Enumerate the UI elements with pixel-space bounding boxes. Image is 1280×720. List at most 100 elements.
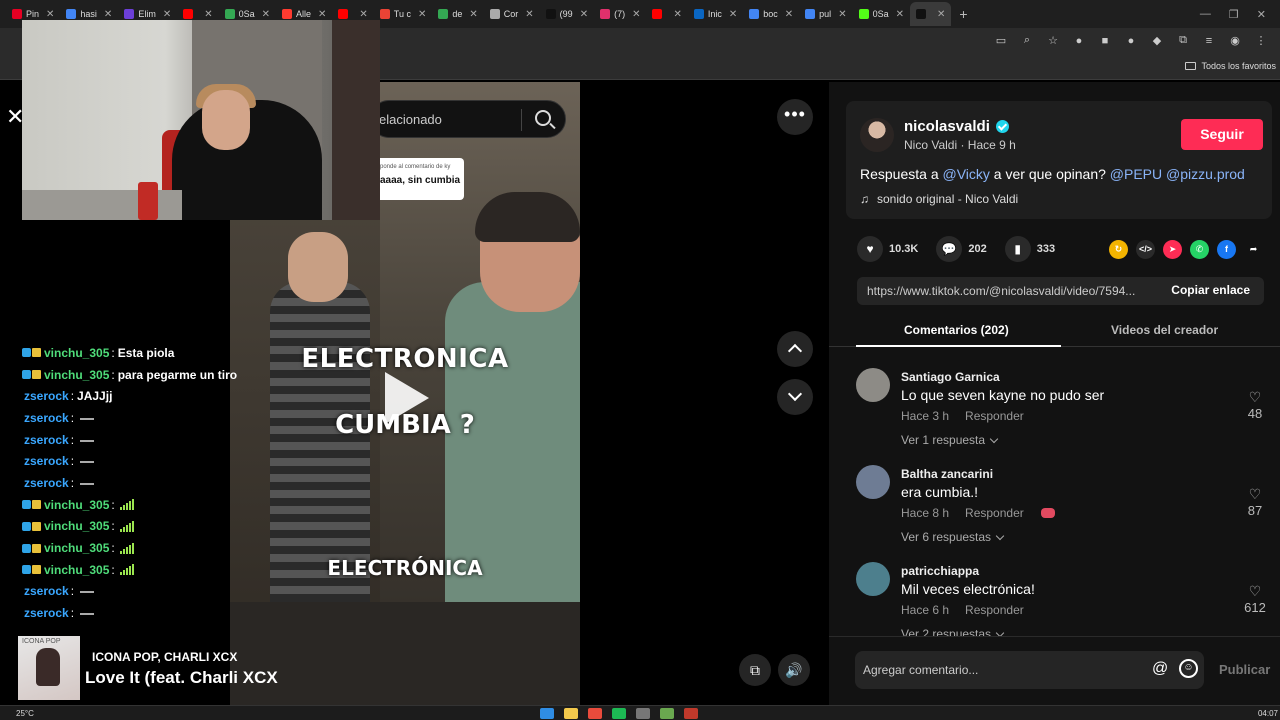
chrome-icon[interactable] (588, 708, 602, 719)
file-explorer-icon[interactable] (564, 708, 578, 719)
browser-tab[interactable]: boc ✕ (743, 2, 799, 26)
tab-close-icon[interactable]: ✕ (204, 9, 212, 20)
embed-icon[interactable]: </> (1136, 240, 1155, 259)
view-replies-button[interactable]: Ver 1 respuesta (901, 433, 999, 447)
tab-close-icon[interactable]: ✕ (469, 9, 477, 20)
more-options-button[interactable]: ••• (777, 99, 813, 135)
comment-like-button[interactable]: ♡ 612 (1235, 584, 1275, 615)
app-icon[interactable] (636, 708, 650, 719)
browser-tab[interactable]: pul ✕ (799, 2, 852, 26)
comment-button[interactable]: 💬 202 (936, 236, 987, 262)
emoji-icon[interactable]: ☺ (1179, 659, 1198, 678)
search-icon[interactable] (535, 110, 551, 126)
tab-close-icon[interactable]: ✕ (525, 9, 533, 20)
puzzle-icon[interactable]: ⧉ (1176, 34, 1190, 47)
tab-close-icon[interactable]: ✕ (104, 9, 112, 20)
tab-creator-videos[interactable]: Videos del creador (1111, 323, 1218, 337)
creator-avatar[interactable] (860, 118, 894, 152)
tab-close-icon[interactable]: ✕ (937, 9, 945, 20)
zoom-icon[interactable]: ⌕ (1020, 34, 1034, 47)
facebook-icon[interactable]: f (1217, 240, 1236, 259)
browser-tab[interactable]: Tu c ✕ (374, 2, 433, 26)
app-icon[interactable] (660, 708, 674, 719)
play-icon[interactable] (385, 372, 429, 424)
follow-button[interactable]: Seguir (1181, 119, 1263, 150)
reply-button[interactable]: Responder (965, 506, 1024, 520)
comment-like-button[interactable]: ♡ 48 (1235, 390, 1275, 421)
copy-link-button[interactable]: Copiar enlace (1171, 283, 1250, 297)
extension-icon[interactable]: ◆ (1150, 34, 1164, 47)
tab-comments[interactable]: Comentarios (202) (904, 323, 1009, 337)
tab-close-icon[interactable]: ✕ (896, 9, 904, 20)
commenter-name[interactable]: Santiago Garnica (901, 370, 1000, 384)
weather-widget[interactable]: 25°C (16, 709, 34, 718)
repost-icon[interactable]: ↻ (1109, 240, 1128, 259)
commenter-avatar[interactable] (856, 368, 890, 402)
reply-button[interactable]: Responder (965, 603, 1024, 617)
pip-button[interactable]: ⧉ (739, 654, 771, 686)
tab-close-icon[interactable]: ✕ (673, 9, 681, 20)
browser-tab[interactable]: 0Sa ✕ (853, 2, 910, 26)
tab-close-icon[interactable]: ✕ (318, 9, 326, 20)
browser-tab[interactable]: ✕ (646, 2, 687, 26)
comment-like-button[interactable]: ♡ 87 (1235, 487, 1275, 518)
creator-username[interactable]: nicolasvaldi (904, 118, 990, 135)
like-button[interactable]: ♥ 10.3K (857, 236, 918, 262)
publish-button[interactable]: Publicar (1219, 662, 1270, 677)
mention-icon[interactable]: @ (1152, 660, 1168, 678)
tab-close-icon[interactable]: ✕ (632, 9, 640, 20)
extension-icon[interactable]: ■ (1098, 35, 1112, 47)
browser-tab[interactable]: ✕ (909, 2, 952, 26)
extension-icon[interactable]: ● (1124, 35, 1138, 47)
browser-tab[interactable]: Inic ✕ (688, 2, 743, 26)
minimize-icon[interactable]: — (1200, 8, 1211, 20)
share-icon[interactable]: ➦ (1244, 240, 1263, 259)
comment-meta: Hace 8 h Responder (901, 506, 1024, 520)
tab-close-icon[interactable]: ✕ (785, 9, 793, 20)
mention-link[interactable]: @PEPU (1110, 166, 1162, 182)
commenter-name[interactable]: patricchiappa (901, 564, 979, 578)
new-tab-button[interactable]: + (951, 6, 975, 22)
app-icon[interactable] (684, 708, 698, 719)
sound-link[interactable]: ♫ sonido original - Nico Valdi (860, 192, 1018, 206)
tab-close-icon[interactable]: ✕ (729, 9, 737, 20)
browser-tab[interactable]: Cor ✕ (484, 2, 540, 26)
tab-close-icon[interactable]: ✕ (838, 9, 846, 20)
view-replies-button[interactable]: Ver 2 respuestas (901, 627, 1005, 636)
related-search-bar[interactable]: elacionado (370, 100, 566, 138)
view-replies-button[interactable]: Ver 6 respuestas (901, 530, 1005, 544)
tab-close-icon[interactable]: ✕ (580, 9, 588, 20)
mention-link[interactable]: @Vicky (943, 166, 990, 182)
more-icon[interactable]: ⋮ (1254, 34, 1268, 47)
tab-close-icon[interactable]: ✕ (262, 9, 270, 20)
reply-button[interactable]: Responder (965, 409, 1024, 423)
send-icon[interactable]: ➤ (1163, 240, 1182, 259)
commenter-name[interactable]: Baltha zancarini (901, 467, 993, 481)
start-icon[interactable] (540, 708, 554, 719)
tab-close-icon[interactable]: ✕ (163, 9, 171, 20)
spotify-icon[interactable] (612, 708, 626, 719)
close-window-icon[interactable]: ✕ (1257, 8, 1266, 21)
commenter-avatar[interactable] (856, 562, 890, 596)
whatsapp-icon[interactable]: ✆ (1190, 240, 1209, 259)
next-video-button[interactable] (777, 379, 813, 415)
menu-icon[interactable]: ≡ (1202, 35, 1216, 47)
browser-tab[interactable]: (7) ✕ (594, 2, 646, 26)
tab-close-icon[interactable]: ✕ (46, 9, 54, 20)
profile-icon[interactable]: ◉ (1228, 34, 1242, 47)
previous-video-button[interactable] (777, 331, 813, 367)
cast-icon[interactable]: ▭ (994, 34, 1008, 47)
tab-close-icon[interactable]: ✕ (418, 9, 426, 20)
bookmark-star-icon[interactable]: ☆ (1046, 34, 1060, 47)
commenter-avatar[interactable] (856, 465, 890, 499)
volume-icon[interactable]: 🔊 (778, 654, 810, 686)
browser-tab[interactable]: (99 ✕ (540, 2, 594, 26)
favorites-folder[interactable]: Todos los favoritos (1185, 61, 1276, 71)
tab-close-icon[interactable]: ✕ (359, 9, 367, 20)
extension-icon[interactable]: ● (1072, 35, 1086, 47)
mention-link[interactable]: @pizzu.prod (1166, 166, 1245, 182)
maximize-icon[interactable]: ❐ (1229, 8, 1239, 21)
save-button[interactable]: ▮ 333 (1004, 236, 1055, 262)
video-url[interactable]: https://www.tiktok.com/@nicolasvaldi/vid… (867, 284, 1152, 298)
browser-tab[interactable]: de ✕ (432, 2, 483, 26)
